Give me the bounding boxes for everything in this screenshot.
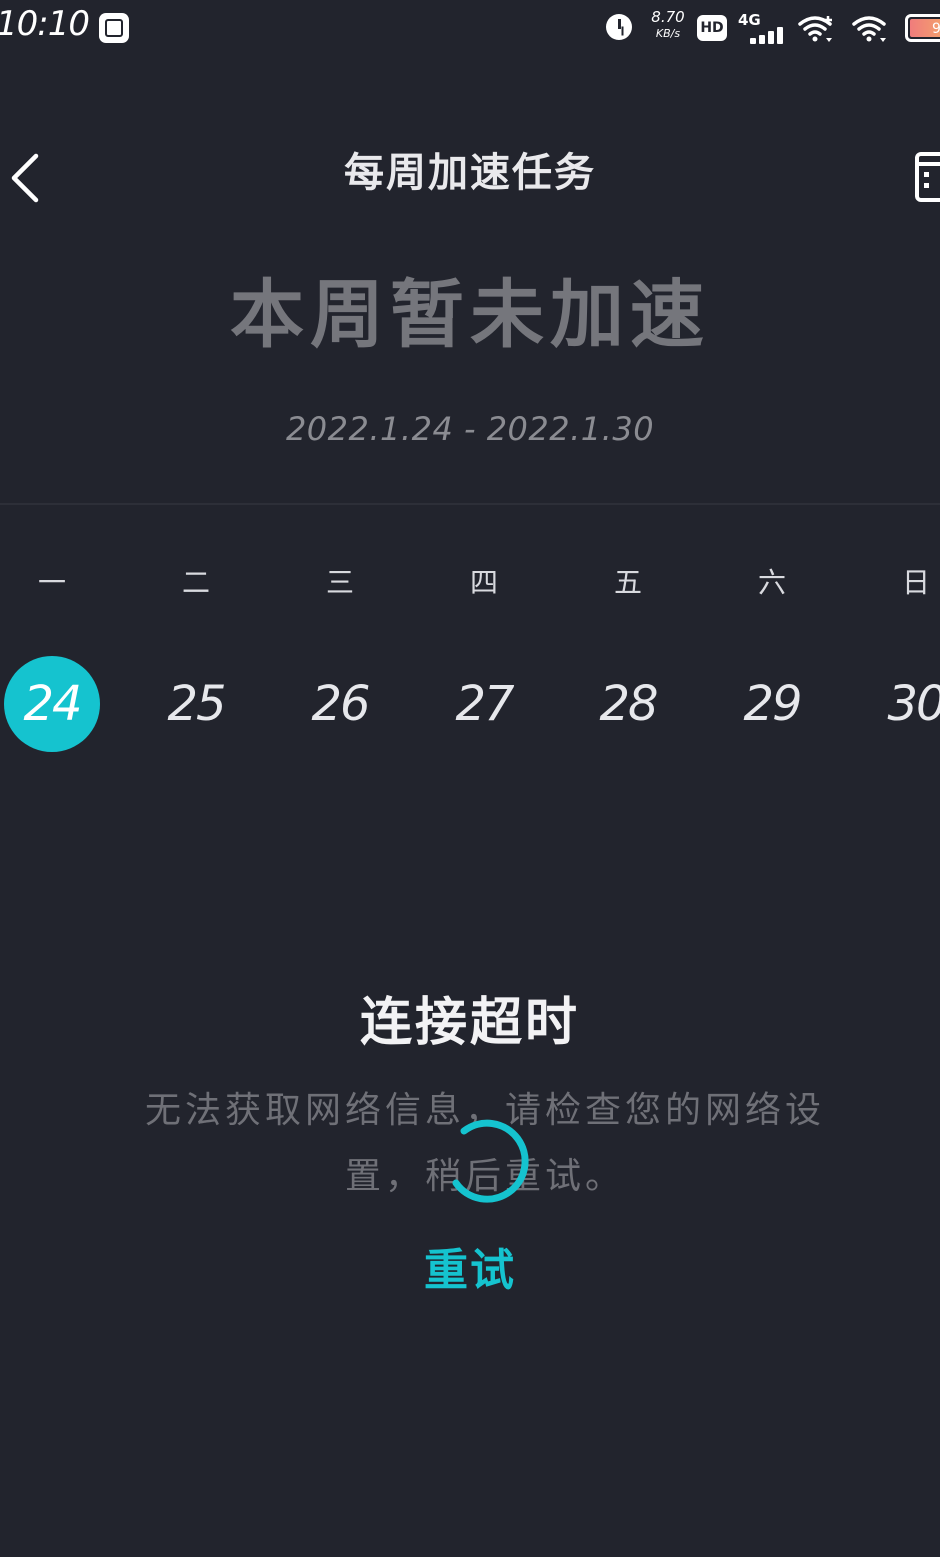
status-time: 10:10 (0, 4, 90, 44)
day-25[interactable]: 25 (148, 656, 244, 752)
weekday-label: 日 (901, 566, 930, 599)
network-speed-value: 8.70 (651, 8, 685, 26)
day-column-sun: 日 30 (844, 548, 940, 752)
day-24-selected[interactable]: 24 (4, 656, 100, 752)
network-speed: 8.70 KB/s (648, 8, 688, 40)
weekday-label: 二 (181, 566, 210, 599)
alarm-icon (606, 14, 632, 40)
day-column-fri: 五 28 (556, 548, 700, 752)
day-28[interactable]: 28 (580, 656, 676, 752)
status-bar: 10:10 8.70 KB/s HD 4G 9 (0, 0, 940, 56)
weekday-label: 六 (757, 566, 786, 599)
day-29[interactable]: 29 (724, 656, 820, 752)
spinner-icon (452, 1119, 529, 1203)
calendar-icon (915, 152, 940, 202)
wifi-icon (852, 16, 886, 42)
weekly-status-headline: 本周暂未加速 (230, 272, 710, 358)
cell-signal-icon (750, 24, 788, 44)
page-title: 每周加速任务 (344, 149, 596, 196)
day-column-sat: 六 29 (700, 548, 844, 752)
date-range: 2022.1.24 - 2022.1.30 (285, 410, 655, 448)
day-column-tue: 二 25 (124, 548, 268, 752)
day-column-thu: 四 27 (412, 548, 556, 752)
weekday-label: 一 (37, 566, 66, 599)
day-27[interactable]: 27 (436, 656, 532, 752)
weekday-label: 四 (469, 566, 498, 599)
divider (0, 503, 940, 505)
wifi-plus-icon (798, 16, 832, 42)
retry-button[interactable]: 重试 (370, 1238, 570, 1304)
day-30[interactable]: 30 (868, 656, 940, 752)
network-speed-unit: KB/s (655, 27, 681, 40)
weekday-label: 三 (325, 566, 354, 599)
battery-level: 9 (910, 19, 940, 37)
weekday-label: 五 (613, 566, 642, 599)
day-column-mon: 一 24 (0, 548, 124, 752)
hd-voice-icon: HD (697, 15, 727, 41)
screen-recorder-icon (99, 13, 129, 43)
calendar-button[interactable] (914, 150, 940, 204)
day-column-wed: 三 26 (268, 548, 412, 752)
error-title: 连接超时 (359, 992, 580, 1053)
battery-icon: 9 (905, 14, 940, 42)
day-26[interactable]: 26 (292, 656, 388, 752)
